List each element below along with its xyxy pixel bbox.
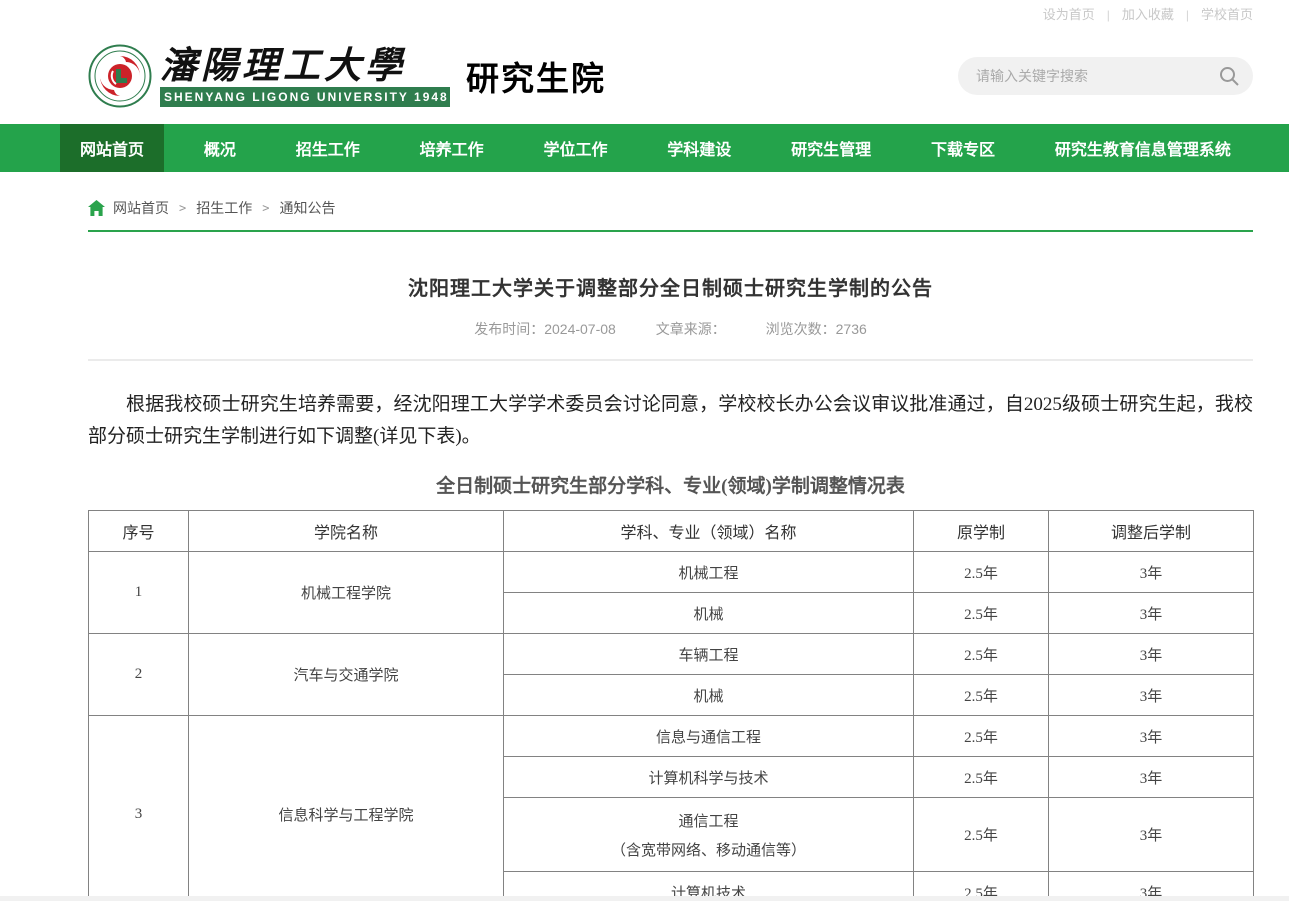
bottom-strip <box>0 896 1289 901</box>
cell-new-duration: 3年 <box>1049 552 1254 593</box>
cell-college-name: 机械工程学院 <box>189 552 504 634</box>
cell-program-name: 机械 <box>504 593 914 634</box>
cell-program-name: 机械工程 <box>504 552 914 593</box>
topbar-separator: | <box>1107 8 1110 22</box>
nav-item-6[interactable]: 学科建设 <box>647 124 751 172</box>
table-row: 2汽车与交通学院车辆工程2.5年3年 <box>89 634 1254 675</box>
table-header-cell: 调整后学制 <box>1049 511 1254 552</box>
cell-new-duration: 3年 <box>1049 593 1254 634</box>
table-header-row: 序号学院名称学科、专业（领域）名称原学制调整后学制 <box>89 511 1254 552</box>
cell-new-duration: 3年 <box>1049 716 1254 757</box>
cell-new-duration: 3年 <box>1049 634 1254 675</box>
nav-item-9[interactable]: 研究生教育信息管理系统 <box>1035 124 1251 172</box>
topbar-link-2[interactable]: 加入收藏 <box>1122 7 1174 22</box>
topbar: 设为首页 | 加入收藏 | 学校首页 <box>0 0 1289 28</box>
nav-item-7[interactable]: 研究生管理 <box>771 124 891 172</box>
table-row: 3信息科学与工程学院信息与通信工程2.5年3年 <box>89 716 1254 757</box>
topbar-link-3[interactable]: 学校首页 <box>1201 7 1253 22</box>
search-icon[interactable] <box>1217 64 1241 88</box>
program-name-line-1: 机械 <box>504 603 913 624</box>
table-header-cell: 学院名称 <box>189 511 504 552</box>
home-icon[interactable] <box>88 200 105 216</box>
topbar-link-1[interactable]: 设为首页 <box>1043 7 1095 22</box>
university-emblem-icon <box>88 44 152 108</box>
breadcrumb-separator: > <box>179 201 186 215</box>
cell-program-name: 信息与通信工程 <box>504 716 914 757</box>
program-name-line-1: 车辆工程 <box>504 644 913 665</box>
article: 沈阳理工大学关于调整部分全日制硕士研究生学制的公告 发布时间：2024-07-0… <box>88 272 1253 901</box>
view-count: 浏览次数：2736 <box>766 321 867 337</box>
site-name: 研究生院 <box>466 52 606 100</box>
adjustment-table: 序号学院名称学科、专业（领域）名称原学制调整后学制1机械工程学院机械工程2.5年… <box>88 510 1254 901</box>
breadcrumb-separator: > <box>262 201 269 215</box>
cell-old-duration: 2.5年 <box>914 716 1049 757</box>
university-logo[interactable]: 瀋陽理工大學 SHENYANG LIGONG UNIVERSITY 1948 研… <box>88 44 606 108</box>
cell-old-duration: 2.5年 <box>914 634 1049 675</box>
logo-banner: SHENYANG LIGONG UNIVERSITY 1948 <box>160 87 450 107</box>
article-body: 根据我校硕士研究生培养需要，经沈阳理工大学学术委员会讨论同意，学校校长办公会议审… <box>88 389 1253 453</box>
program-name-line-1: 信息与通信工程 <box>504 726 913 747</box>
cell-group-no: 1 <box>89 552 189 634</box>
table-title: 全日制硕士研究生部分学科、专业(领域)学制调整情况表 <box>88 471 1253 498</box>
cell-new-duration: 3年 <box>1049 757 1254 798</box>
header: 瀋陽理工大學 SHENYANG LIGONG UNIVERSITY 1948 研… <box>0 28 1289 124</box>
breadcrumb: 网站首页 > 招生工作 > 通知公告 <box>88 198 1253 232</box>
cell-group-no: 3 <box>89 716 189 901</box>
nav-item-1[interactable]: 网站首页 <box>60 124 164 172</box>
search-box <box>958 57 1253 95</box>
nav-item-2[interactable]: 概况 <box>184 124 256 172</box>
cell-old-duration: 2.5年 <box>914 675 1049 716</box>
table-header-cell: 学科、专业（领域）名称 <box>504 511 914 552</box>
logo-calligraphy: 瀋陽理工大學 <box>160 45 450 85</box>
cell-old-duration: 2.5年 <box>914 798 1049 872</box>
cell-old-duration: 2.5年 <box>914 552 1049 593</box>
program-name-line-1: 计算机科学与技术 <box>504 767 913 788</box>
breadcrumb-item-2[interactable]: 招生工作 <box>196 198 252 218</box>
publish-date: 发布时间：2024-07-08 <box>474 321 616 337</box>
nav-item-8[interactable]: 下载专区 <box>911 124 1015 172</box>
article-title: 沈阳理工大学关于调整部分全日制硕士研究生学制的公告 <box>88 272 1253 301</box>
page: 设为首页 | 加入收藏 | 学校首页 瀋陽理工大學 SHENYANG LIGONG UN… <box>0 0 1289 901</box>
meta-divider <box>88 359 1253 361</box>
article-source: 文章来源： <box>656 321 726 337</box>
table-header-cell: 序号 <box>89 511 189 552</box>
article-meta: 发布时间：2024-07-08 文章来源： 浏览次数：2736 <box>88 319 1253 339</box>
cell-old-duration: 2.5年 <box>914 757 1049 798</box>
nav-item-3[interactable]: 招生工作 <box>276 124 380 172</box>
program-name-line-1: 机械 <box>504 685 913 706</box>
topbar-separator: | <box>1186 8 1189 22</box>
nav-item-5[interactable]: 学位工作 <box>523 124 627 172</box>
breadcrumb-item-3[interactable]: 通知公告 <box>279 198 335 218</box>
cell-group-no: 2 <box>89 634 189 716</box>
main-nav: 网站首页概况招生工作培养工作学位工作学科建设研究生管理下载专区研究生教育信息管理… <box>0 124 1289 172</box>
program-name-line-1: 机械工程 <box>504 562 913 583</box>
program-name-line-2: （含宽带网络、移动通信等） <box>504 839 913 860</box>
breadcrumb-item-1[interactable]: 网站首页 <box>113 198 169 218</box>
cell-program-name: 计算机科学与技术 <box>504 757 914 798</box>
cell-college-name: 信息科学与工程学院 <box>189 716 504 901</box>
program-name-line-1: 通信工程 <box>504 810 913 831</box>
logo-text: 瀋陽理工大學 SHENYANG LIGONG UNIVERSITY 1948 <box>160 45 450 107</box>
cell-old-duration: 2.5年 <box>914 593 1049 634</box>
cell-program-name: 通信工程 （含宽带网络、移动通信等） <box>504 798 914 872</box>
cell-new-duration: 3年 <box>1049 798 1254 872</box>
topbar-links: 设为首页 | 加入收藏 | 学校首页 <box>1043 4 1253 24</box>
table-header-cell: 原学制 <box>914 511 1049 552</box>
table-row: 1机械工程学院机械工程2.5年3年 <box>89 552 1254 593</box>
search-input[interactable] <box>958 57 1253 95</box>
nav-item-4[interactable]: 培养工作 <box>400 124 504 172</box>
cell-college-name: 汽车与交通学院 <box>189 634 504 716</box>
cell-new-duration: 3年 <box>1049 675 1254 716</box>
cell-program-name: 车辆工程 <box>504 634 914 675</box>
cell-program-name: 机械 <box>504 675 914 716</box>
